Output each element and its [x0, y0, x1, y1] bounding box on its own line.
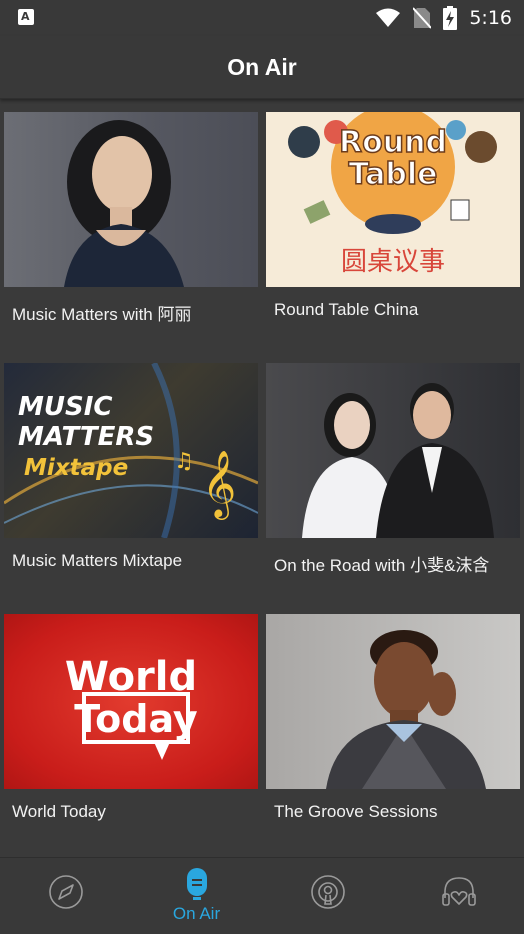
- program-title: Round Table China: [274, 300, 419, 319]
- world-today-logo-word2: Today: [74, 697, 198, 741]
- nav-item-on-air[interactable]: On Air: [131, 858, 262, 934]
- host-portrait-man: [266, 614, 520, 789]
- program-title: Music Matters Mixtape: [12, 551, 183, 570]
- program-title: Music Matters with 阿丽: [12, 305, 192, 324]
- round-table-logo-word1: Round: [339, 125, 447, 160]
- two-hosts-portrait: [266, 363, 520, 538]
- status-bar: 5:16: [0, 0, 524, 36]
- host-portrait-woman: [4, 112, 258, 287]
- program-card-mixtape[interactable]: MUSIC MATTERS Mixtape 𝄞 ♫ Music Matters …: [4, 363, 258, 571]
- battery-charging-icon: [443, 6, 458, 30]
- program-card-music-matters[interactable]: Music Matters with 阿丽: [4, 112, 258, 325]
- favorites-headphones-icon: [441, 877, 476, 906]
- nav-item-discover[interactable]: [0, 858, 131, 934]
- mixtape-art-line3: Mixtape: [24, 455, 128, 481]
- top-app-bar: On Air: [0, 36, 524, 99]
- status-time: 5:16: [469, 7, 512, 29]
- bottom-navigation: On Air: [0, 857, 524, 934]
- mixtape-art-line1: MUSIC: [18, 392, 112, 422]
- podcast-icon: [310, 875, 345, 909]
- microphone-icon: [186, 868, 207, 900]
- round-table-logo-chinese: 圆桌议事: [341, 247, 445, 277]
- mixtape-art-line2: MATTERS: [18, 422, 154, 452]
- program-title: The Groove Sessions: [274, 802, 438, 821]
- nav-item-favorites[interactable]: [393, 858, 524, 934]
- music-matters-mixtape-art: MUSIC MATTERS Mixtape 𝄞 ♫: [4, 363, 258, 538]
- no-sim-icon: [413, 7, 432, 29]
- page-title: On Air: [227, 53, 297, 80]
- discover-icon: [48, 875, 83, 909]
- nav-item-podcast[interactable]: [262, 858, 393, 934]
- svg-text:𝄞: 𝄞: [202, 449, 236, 520]
- status-icons: 5:16: [375, 6, 512, 30]
- program-card-round-table[interactable]: Round Table 圆桌议事 Round Table China: [266, 112, 520, 320]
- world-today-logo: World Today: [4, 614, 258, 789]
- round-table-logo: Round Table 圆桌议事: [266, 112, 520, 287]
- wifi-icon: [376, 8, 401, 27]
- app-notification-icon: [18, 9, 34, 25]
- program-card-on-the-road[interactable]: On the Road with 小斐&沫含: [266, 363, 520, 576]
- program-title: World Today: [12, 802, 106, 821]
- nav-label-on-air: On Air: [172, 904, 221, 923]
- round-table-logo-word2: Table: [349, 157, 438, 192]
- world-today-logo-word1: World: [65, 654, 197, 700]
- svg-text:♫: ♫: [174, 449, 194, 474]
- program-card-groove-sessions[interactable]: The Groove Sessions: [266, 614, 520, 822]
- program-card-world-today[interactable]: World Today World Today: [4, 614, 258, 822]
- program-title: On the Road with 小斐&沫含: [274, 556, 490, 575]
